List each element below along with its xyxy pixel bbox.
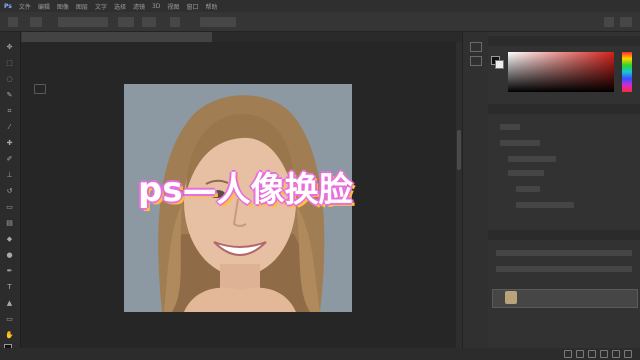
workspace-icon[interactable] (620, 17, 632, 27)
blur-tool-icon[interactable]: ◆ (5, 236, 14, 243)
menu-filter[interactable]: 滤镜 (133, 2, 145, 11)
hand-tool-icon[interactable]: ✋ (5, 332, 14, 339)
hue-slider[interactable] (622, 52, 632, 92)
color-panel-header[interactable] (488, 36, 640, 46)
menu-edit[interactable]: 编辑 (38, 2, 50, 11)
dodge-tool-icon[interactable]: ● (5, 252, 14, 259)
pen-tool-icon[interactable]: ✒ (5, 268, 14, 275)
shape-tool-icon[interactable]: ▭ (5, 316, 14, 323)
feather-field[interactable] (118, 17, 134, 27)
clone-stamp-tool-icon[interactable]: ⊥ (5, 172, 14, 179)
gradient-tool-icon[interactable]: ▤ (5, 220, 14, 227)
canvas-scrollbar-thumb[interactable] (457, 130, 461, 170)
menu-select[interactable]: 选择 (114, 2, 126, 11)
home-icon[interactable] (8, 17, 18, 27)
menu-layer[interactable]: 图层 (76, 2, 88, 11)
properties-row (516, 186, 540, 192)
crop-tool-icon[interactable]: ⌗ (5, 108, 14, 115)
properties-row (500, 124, 520, 130)
menu-window[interactable]: 窗口 (186, 2, 198, 11)
antialias-checkbox[interactable] (142, 17, 156, 27)
selection-mode-buttons[interactable] (58, 17, 108, 27)
move-tool-icon[interactable]: ✥ (5, 44, 14, 51)
menu-bar: Ps 文件 编辑 图像 图层 文字 选择 滤镜 3D 视图 窗口 帮助 (0, 0, 640, 12)
quick-select-tool-icon[interactable]: ✎ (5, 92, 14, 99)
history-panel-icon[interactable] (470, 42, 482, 52)
menu-type[interactable]: 文字 (95, 2, 107, 11)
marquee-tool-icon[interactable]: ⬚ (5, 60, 14, 67)
history-brush-tool-icon[interactable]: ↺ (5, 188, 14, 195)
link-layers-icon[interactable] (564, 350, 572, 358)
artboard-handle-icon[interactable] (34, 84, 46, 94)
properties-row (500, 140, 540, 146)
menu-image[interactable]: 图像 (57, 2, 69, 11)
color-picker-field[interactable] (508, 52, 614, 92)
options-bar (0, 12, 640, 32)
healing-brush-tool-icon[interactable]: ✚ (5, 140, 14, 147)
eyedropper-tool-icon[interactable]: ⁄ (5, 124, 14, 131)
menu-file[interactable]: 文件 (19, 2, 31, 11)
menu-view[interactable]: 视图 (167, 2, 179, 11)
document-tab[interactable] (22, 32, 212, 42)
adjustment-layer-icon[interactable] (600, 350, 608, 358)
type-tool-icon[interactable]: T (5, 284, 14, 291)
properties-panel-header[interactable] (488, 104, 640, 114)
layer-thumbnail (505, 291, 517, 304)
tool-preset-icon[interactable] (30, 17, 42, 27)
overlay-title: ps—人像换脸 (138, 170, 353, 210)
lasso-tool-icon[interactable]: ◌ (5, 76, 14, 83)
search-icon[interactable] (604, 17, 614, 27)
panel-background-swatch[interactable] (495, 60, 504, 69)
path-select-tool-icon[interactable]: ▲ (5, 300, 14, 307)
delete-layer-icon[interactable] (624, 350, 632, 358)
layers-blend-row[interactable] (496, 266, 632, 272)
select-subject-button[interactable] (200, 17, 236, 27)
document-tab-bar (22, 32, 462, 42)
layer-mask-icon[interactable] (588, 350, 596, 358)
style-dropdown[interactable] (170, 17, 180, 27)
brush-tool-icon[interactable]: ✐ (5, 156, 14, 163)
properties-row (516, 202, 574, 208)
properties-row (508, 156, 556, 162)
layer-style-icon[interactable] (576, 350, 584, 358)
menu-help[interactable]: 帮助 (205, 2, 217, 11)
menu-3d[interactable]: 3D (152, 3, 160, 10)
new-layer-icon[interactable] (612, 350, 620, 358)
layers-filter-row[interactable] (496, 250, 632, 256)
layers-panel-header[interactable] (488, 230, 640, 240)
properties-row (508, 170, 544, 176)
panel-icon-strip (462, 32, 489, 360)
app-logo: Ps (4, 2, 12, 10)
toolbox: ✥ ⬚ ◌ ✎ ⌗ ⁄ ✚ ✐ ⊥ ↺ ▭ ▤ ◆ ● ✒ T ▲ ▭ ✋ (0, 32, 21, 360)
eraser-tool-icon[interactable]: ▭ (5, 204, 14, 211)
properties-panel-icon[interactable] (470, 56, 482, 66)
status-bar (0, 348, 640, 360)
